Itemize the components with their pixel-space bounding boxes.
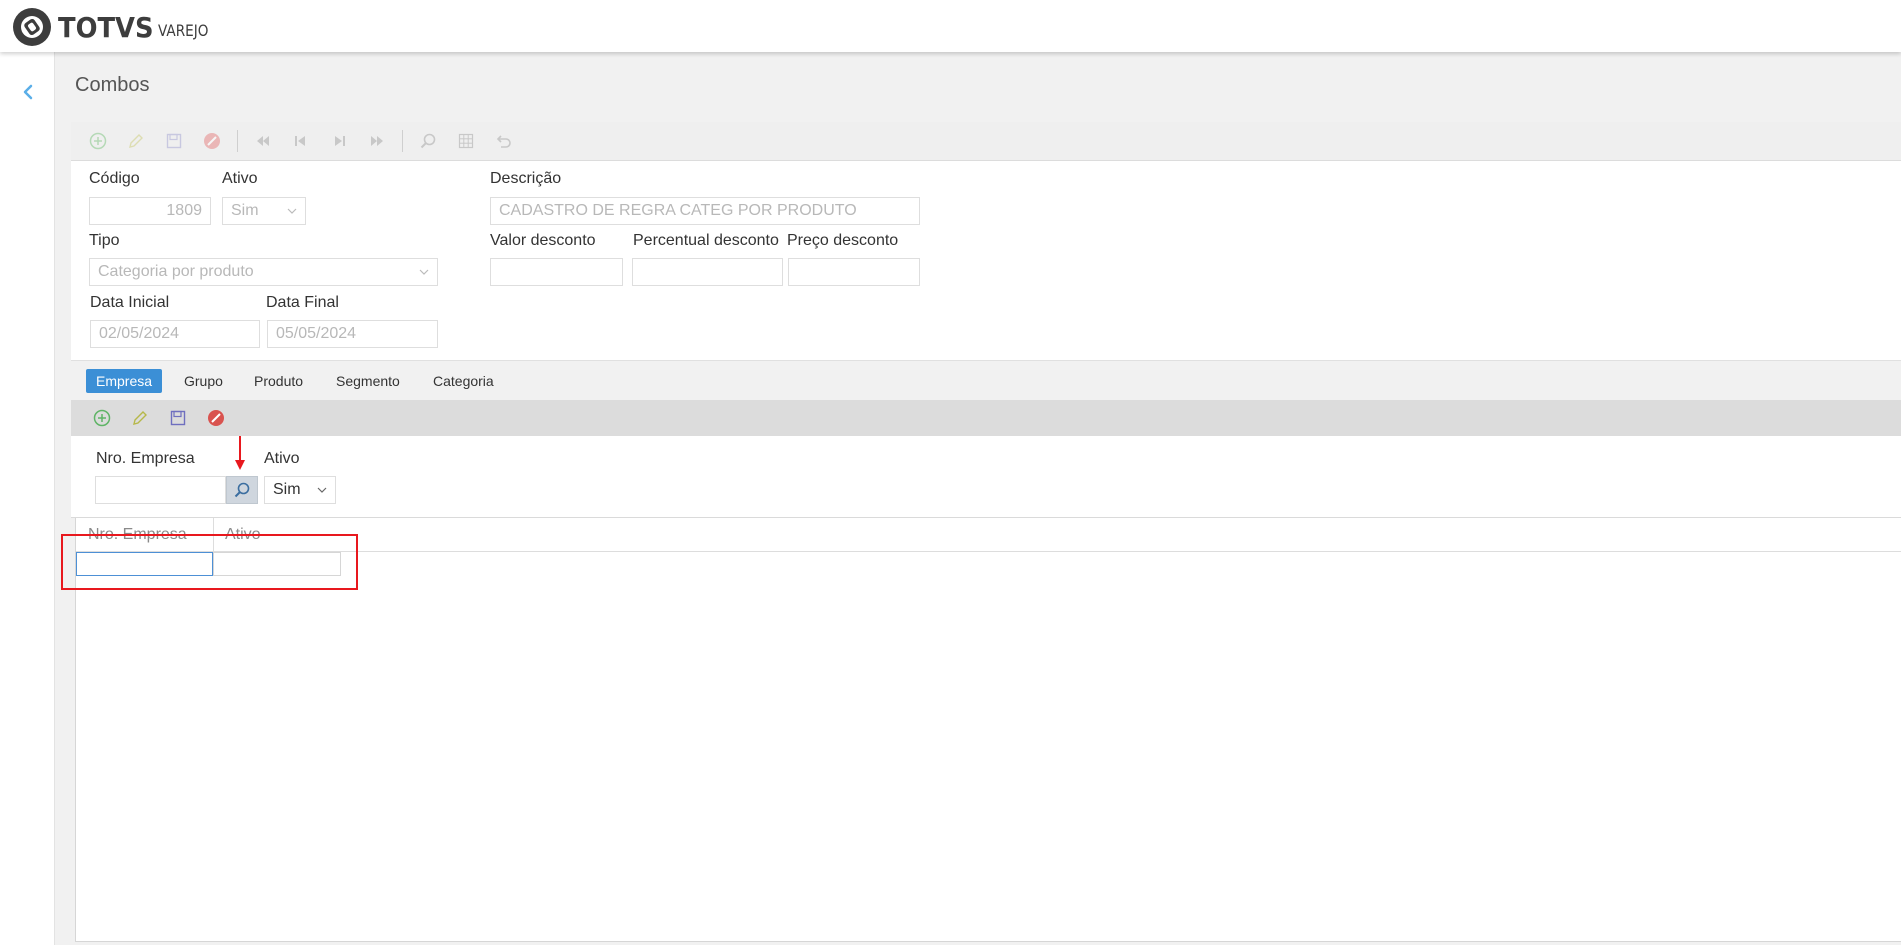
- chevron-down-icon: [287, 208, 297, 214]
- add-icon[interactable]: [91, 407, 113, 429]
- nro-empresa-field[interactable]: [95, 476, 226, 504]
- descricao-label: Descrição: [490, 170, 562, 187]
- column-header-ativo[interactable]: Ativo: [213, 518, 341, 552]
- preco-desconto-label: Preço desconto: [787, 232, 899, 249]
- ativo-label: Ativo: [222, 170, 258, 187]
- side-strip: [0, 52, 55, 945]
- data-inicial-label: Data Inicial: [90, 294, 170, 311]
- detail-ativo-label: Ativo: [264, 450, 300, 467]
- detail-tabs: Empresa Grupo Produto Segmento Categoria: [71, 360, 1901, 400]
- tab-grupo[interactable]: Grupo: [174, 369, 233, 393]
- undo-icon[interactable]: [493, 130, 515, 152]
- add-icon[interactable]: [87, 130, 109, 152]
- main-toolbar: [71, 122, 1901, 160]
- search-icon[interactable]: [417, 130, 439, 152]
- grid-header: Nro. Empresa Ativo: [76, 518, 1901, 552]
- descricao-field[interactable]: CADASTRO DE REGRA CATEG POR PRODUTO: [490, 197, 920, 225]
- chevron-down-icon: [419, 269, 429, 275]
- brand-name: TOTVS: [58, 10, 154, 44]
- valor-desconto-field[interactable]: [490, 258, 623, 286]
- edit-icon[interactable]: [125, 130, 147, 152]
- save-icon[interactable]: [167, 407, 189, 429]
- toolbar-divider: [402, 130, 403, 152]
- top-bar: TOTVS VAREJO: [0, 0, 1901, 52]
- next-icon[interactable]: [328, 130, 350, 152]
- ativo-select[interactable]: Sim: [222, 197, 306, 225]
- cancel-icon[interactable]: [205, 407, 227, 429]
- preco-desconto-field[interactable]: [788, 258, 920, 286]
- chevron-left-icon[interactable]: [18, 82, 38, 102]
- tab-segmento[interactable]: Segmento: [326, 369, 410, 393]
- product-name: VAREJO: [157, 20, 209, 40]
- lookup-search-button[interactable]: [226, 476, 258, 504]
- tab-categoria[interactable]: Categoria: [423, 369, 504, 393]
- data-final-label: Data Final: [266, 294, 339, 311]
- codigo-label: Código: [89, 170, 140, 187]
- previous-icon[interactable]: [290, 130, 312, 152]
- tab-produto[interactable]: Produto: [244, 369, 313, 393]
- detail-ativo-select[interactable]: Sim: [264, 476, 336, 504]
- column-header-nro-empresa[interactable]: Nro. Empresa: [76, 518, 213, 552]
- tipo-select[interactable]: Categoria por produto: [89, 258, 438, 286]
- codigo-field[interactable]: 1809: [89, 197, 211, 225]
- save-icon[interactable]: [163, 130, 185, 152]
- nro-empresa-label: Nro. Empresa: [96, 450, 195, 467]
- totvs-logo[interactable]: TOTVS VAREJO: [12, 7, 217, 47]
- grid-cell-nro-empresa[interactable]: [76, 552, 213, 576]
- tipo-select-value: Categoria por produto: [98, 263, 254, 280]
- valor-desconto-label: Valor desconto: [490, 232, 596, 249]
- data-final-field[interactable]: 05/05/2024: [267, 320, 438, 348]
- ativo-select-value: Sim: [231, 202, 259, 219]
- empresa-entry-panel: Nro. Empresa Ativo Sim: [71, 436, 1901, 518]
- cancel-icon[interactable]: [201, 130, 223, 152]
- tipo-label: Tipo: [89, 232, 120, 249]
- grid-icon[interactable]: [455, 130, 477, 152]
- last-icon[interactable]: [366, 130, 388, 152]
- search-icon: [234, 482, 250, 498]
- grid-cell-ativo[interactable]: [213, 552, 341, 576]
- empresa-grid: Nro. Empresa Ativo: [75, 518, 1901, 942]
- detail-ativo-select-value: Sim: [273, 481, 301, 498]
- chevron-down-icon: [317, 487, 327, 493]
- first-icon[interactable]: [252, 130, 274, 152]
- totvs-logo-icon: [13, 8, 51, 46]
- page-title: Combos: [75, 74, 150, 96]
- combo-form: Código 1809 Ativo Sim Descrição CADASTRO…: [71, 160, 1901, 360]
- detail-toolbar: [71, 400, 1901, 436]
- percentual-desconto-field[interactable]: [632, 258, 783, 286]
- data-inicial-field[interactable]: 02/05/2024: [90, 320, 260, 348]
- percentual-desconto-label: Percentual desconto: [633, 232, 779, 249]
- edit-icon[interactable]: [129, 407, 151, 429]
- toolbar-divider: [237, 130, 238, 152]
- tab-empresa[interactable]: Empresa: [86, 369, 163, 393]
